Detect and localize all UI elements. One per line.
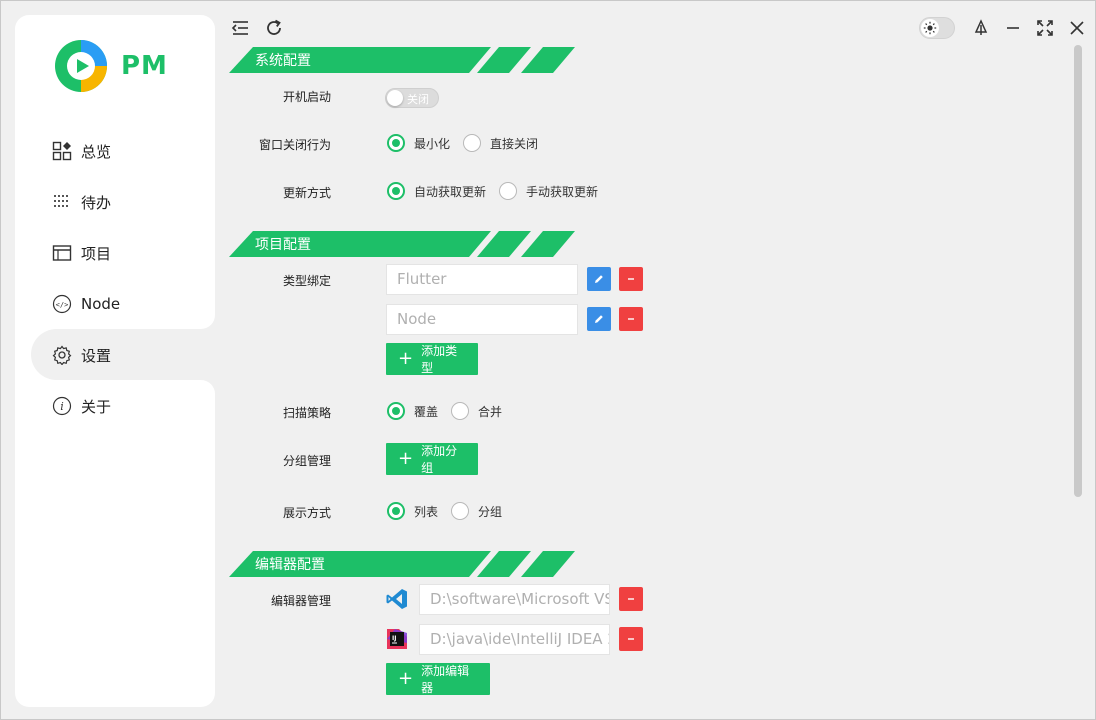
radio-auto-update[interactable]: 自动获取更新 <box>387 182 486 200</box>
radio-list[interactable]: 列表 <box>387 502 438 520</box>
info-icon: i <box>51 395 73 417</box>
section-banner-system: 系统配置 <box>229 47 589 73</box>
display-mode-label: 展示方式 <box>282 506 331 520</box>
plus-icon: + <box>398 348 414 369</box>
logo-text: PM <box>121 51 168 81</box>
svg-text:IJ: IJ <box>392 635 396 642</box>
close-icon[interactable] <box>1064 15 1090 41</box>
radio-manual-update[interactable]: 手动获取更新 <box>499 182 598 200</box>
editor-manage-label: 编辑器管理 <box>270 594 331 608</box>
radio-merge[interactable]: 合并 <box>451 402 502 420</box>
section-banner-editor: 编辑器配置 <box>229 551 589 577</box>
add-type-button[interactable]: + 添加类型 <box>386 343 478 375</box>
minimize-icon[interactable] <box>1000 15 1026 41</box>
add-group-button[interactable]: + 添加分组 <box>386 443 478 475</box>
app-window: PM 总览 待办 项目 </> Node 设置 i 关于 系统配置 开机启动 关… <box>0 0 1096 720</box>
vertical-scrollbar[interactable] <box>1074 45 1082 497</box>
pin-icon[interactable] <box>968 15 994 41</box>
editor-path-field-intellij[interactable]: D:\java\ide\IntelliJ IDEA 2( <box>419 624 610 655</box>
sidebar-item-node[interactable]: </> Node <box>51 289 201 319</box>
refresh-icon[interactable] <box>261 15 287 41</box>
vscode-icon <box>385 587 409 611</box>
autostart-toggle[interactable]: 关闭 <box>385 88 439 108</box>
gear-icon <box>51 344 73 366</box>
type-bind-label: 类型绑定 <box>282 274 331 288</box>
radio-direct-close[interactable]: 直接关闭 <box>463 134 538 152</box>
dashboard-icon <box>51 140 73 162</box>
section-title: 项目配置 <box>255 237 311 253</box>
sidebar-item-overview[interactable]: 总览 <box>51 136 201 166</box>
sidebar-item-label: Node <box>81 295 121 313</box>
theme-toggle-icon[interactable] <box>919 17 955 39</box>
code-icon: </> <box>51 293 73 315</box>
sidebar-item-label: 项目 <box>81 244 112 263</box>
type-field-flutter[interactable]: Flutter <box>386 264 578 295</box>
edit-type-button[interactable] <box>587 267 611 291</box>
update-method-label: 更新方式 <box>282 186 331 200</box>
sidebar-item-project[interactable]: 项目 <box>51 238 201 268</box>
plus-icon: + <box>398 668 414 689</box>
sidebar-item-settings[interactable]: 设置 <box>51 340 201 370</box>
section-banner-project: 项目配置 <box>229 231 589 257</box>
autostart-label: 开机启动 <box>282 90 331 104</box>
group-manage-label: 分组管理 <box>282 454 331 468</box>
sidebar-item-label: 总览 <box>81 142 112 161</box>
minus-icon <box>628 318 634 320</box>
pm-logo-icon <box>55 40 107 92</box>
pencil-icon <box>595 315 603 323</box>
project-window-icon <box>51 242 73 264</box>
sidebar: PM 总览 待办 项目 </> Node 设置 i 关于 <box>15 15 215 707</box>
plus-icon: + <box>398 448 414 469</box>
sun-icon <box>921 19 939 37</box>
maximize-icon[interactable] <box>1032 15 1058 41</box>
settings-content: 系统配置 开机启动 关闭 窗口关闭行为 最小化 直接关闭 更新方式 自动获取更新… <box>229 45 1075 720</box>
sidebar-item-label: 关于 <box>81 397 112 416</box>
delete-editor-button[interactable] <box>619 587 643 611</box>
type-field-node[interactable]: Node <box>386 304 578 335</box>
sidebar-item-label: 设置 <box>81 346 112 365</box>
delete-type-button[interactable] <box>619 307 643 331</box>
scan-strategy-label: 扫描策略 <box>282 406 331 420</box>
editor-path-field-vscode[interactable]: D:\software\Microsoft VS <box>419 584 610 615</box>
delete-type-button[interactable] <box>619 267 643 291</box>
delete-editor-button[interactable] <box>619 627 643 651</box>
minus-icon <box>628 278 634 280</box>
sidebar-item-todo[interactable]: 待办 <box>51 187 201 217</box>
minus-icon <box>628 638 634 640</box>
menu-collapse-icon[interactable] <box>227 15 253 41</box>
section-title: 编辑器配置 <box>255 557 325 573</box>
todo-grid-icon <box>51 191 73 213</box>
radio-minimize[interactable]: 最小化 <box>387 134 450 152</box>
minus-icon <box>628 598 634 600</box>
close-behavior-label: 窗口关闭行为 <box>258 138 331 152</box>
intellij-icon: IJ <box>385 627 409 651</box>
sidebar-item-about[interactable]: i 关于 <box>51 391 201 421</box>
add-editor-button[interactable]: + 添加编辑器 <box>386 663 490 695</box>
pencil-icon <box>595 275 603 283</box>
svg-text:</>: </> <box>56 301 69 309</box>
app-logo: PM <box>53 37 173 95</box>
radio-group[interactable]: 分组 <box>451 502 502 520</box>
section-title: 系统配置 <box>255 53 311 69</box>
radio-overwrite[interactable]: 覆盖 <box>387 402 438 420</box>
edit-type-button[interactable] <box>587 307 611 331</box>
svg-text:i: i <box>60 400 64 413</box>
sidebar-item-label: 待办 <box>81 193 112 212</box>
